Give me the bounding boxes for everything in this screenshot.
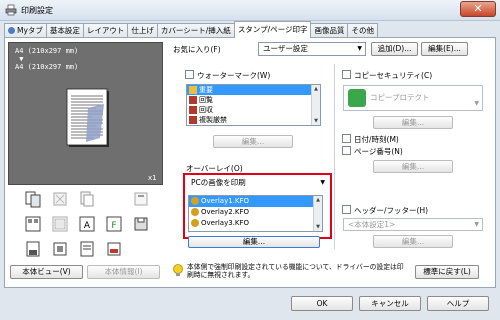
- page-number-label: ページ番号(N): [354, 147, 403, 156]
- print-preview: A4 (210x297 mm) ▼ A4 (210x297 mm) x1: [8, 42, 163, 185]
- add-favorite-button[interactable]: 追加(D)...: [371, 42, 418, 56]
- cancel-button[interactable]: キャンセル: [359, 296, 421, 311]
- restore-defaults-button[interactable]: 標準に戻す(L): [415, 265, 479, 279]
- account-icon: [80, 241, 94, 257]
- device-view-button[interactable]: 本体ビュー(V): [10, 265, 83, 279]
- watermark-checkbox[interactable]: [185, 70, 194, 79]
- close-icon: ✕: [473, 2, 483, 15]
- date-time-label: 日付/時刻(M): [354, 135, 399, 144]
- tab-basic[interactable]: 基本設定: [45, 23, 84, 38]
- stamp-icon: [189, 106, 197, 114]
- ok-button[interactable]: OK: [291, 296, 353, 311]
- close-button[interactable]: ✕: [460, 1, 496, 17]
- tab-layout[interactable]: レイアウト: [82, 23, 129, 38]
- list-item[interactable]: Overlay2.KFO: [189, 207, 322, 218]
- page-preview-image: [66, 88, 109, 147]
- favorites-select[interactable]: ユーザー設定 ▼: [258, 42, 366, 56]
- list-item[interactable]: Overlay1.KFO: [189, 196, 322, 207]
- font-icon: A: [79, 216, 95, 232]
- favorites-label: お気に入り(F): [173, 45, 221, 54]
- form-icon: F: [106, 216, 122, 232]
- tab-image-quality[interactable]: 画像品質: [310, 23, 349, 38]
- watermark-label: ウォーターマーク(W): [197, 71, 271, 80]
- list-item[interactable]: 回覧: [187, 95, 320, 105]
- paper-size-label: A4 (210x297 mm) ▼ A4 (210x297 mm): [15, 47, 79, 71]
- tab-cover-sheet[interactable]: カバーシート/挿入紙: [156, 23, 235, 38]
- user-icon: [191, 197, 199, 205]
- list-item[interactable]: 重要: [187, 85, 320, 95]
- edit-favorite-button[interactable]: 編集(E)...: [421, 42, 468, 56]
- page-number-edit-button[interactable]: 編集...: [373, 160, 453, 173]
- svg-text:A: A: [84, 221, 91, 231]
- list-item[interactable]: Overlay3.KFO: [189, 218, 322, 229]
- security-icon: [348, 89, 366, 107]
- box-icon: [53, 242, 67, 256]
- user-icon: [191, 208, 199, 216]
- copy-security-edit-button[interactable]: 編集...: [373, 116, 453, 129]
- list-item[interactable]: 複製厳禁: [187, 115, 320, 125]
- tab-finishing[interactable]: 仕上げ: [127, 23, 158, 38]
- header-footer-checkbox[interactable]: [342, 205, 351, 214]
- watermark-list[interactable]: 重要 回覧 回収 複製厳禁 ▲ ▼: [186, 84, 321, 126]
- save-icon: [134, 217, 148, 231]
- title-bar: 印刷設定 ✕: [0, 0, 500, 21]
- chevron-down-icon: ▼: [474, 100, 479, 107]
- staple-icon: [134, 192, 148, 206]
- secure-print-icon: [26, 241, 40, 257]
- overlay-mode-select[interactable]: PCの画像を印刷 ▼: [187, 177, 328, 191]
- lightbulb-icon: [173, 264, 183, 276]
- booklet-icon: [53, 192, 67, 206]
- date-time-checkbox[interactable]: [342, 134, 351, 143]
- header-footer-edit-button[interactable]: 編集...: [373, 235, 453, 248]
- scroll-down-icon[interactable]: ▼: [312, 117, 320, 125]
- tray-icon: [107, 242, 121, 256]
- printer-icon: [5, 4, 17, 16]
- overlay-edit-button[interactable]: 編集...: [188, 236, 320, 248]
- tab-icon: [8, 27, 15, 34]
- watermark-scrollbar[interactable]: ▲ ▼: [311, 85, 320, 125]
- stamp-icon: [189, 96, 197, 104]
- device-info-button[interactable]: 本体情報(I): [87, 265, 160, 279]
- watermark-edit-button[interactable]: 編集...: [213, 135, 293, 148]
- copy-security-checkbox[interactable]: [342, 70, 351, 79]
- chevron-down-icon: ▼: [320, 179, 325, 186]
- n-up-icon: [52, 216, 68, 232]
- header-footer-label: ヘッダー/フッター(H): [354, 206, 429, 215]
- copies-count: x1: [148, 174, 157, 182]
- chevron-down-icon: ▼: [474, 221, 479, 228]
- page-number-checkbox[interactable]: [342, 146, 351, 155]
- scroll-up-icon[interactable]: ▲: [312, 85, 320, 93]
- overlay-scrollbar[interactable]: ▲ ▼: [313, 196, 322, 231]
- stamp-icon: [189, 86, 197, 94]
- info-message: 本体側で強制印刷設定されている機能について、ドライバーの設定は印刷時に無視されま…: [187, 263, 404, 279]
- tab-my-tab[interactable]: Myタブ: [4, 23, 47, 38]
- help-button[interactable]: ヘルプ: [427, 296, 489, 311]
- user-icon: [191, 219, 199, 227]
- column-divider: [334, 64, 335, 249]
- overlay-list[interactable]: Overlay1.KFO Overlay2.KFO Overlay3.KFO ▲…: [188, 195, 323, 232]
- scroll-up-icon[interactable]: ▲: [314, 196, 322, 204]
- svg-text:F: F: [111, 221, 116, 231]
- window-title: 印刷設定: [21, 6, 53, 15]
- header-footer-select[interactable]: <本体設定1> ▼: [343, 218, 483, 231]
- duplex-icon[interactable]: [24, 190, 42, 208]
- copy-security-label: コピーセキュリティ(C): [354, 71, 433, 80]
- layout-icon: [25, 216, 41, 232]
- copy-icon: [80, 191, 94, 207]
- stamp-icon: [189, 116, 197, 124]
- chevron-down-icon: ▼: [357, 45, 362, 52]
- scroll-down-icon[interactable]: ▼: [314, 223, 322, 231]
- function-icon-grid: A F: [24, 190, 159, 258]
- tab-strip: Myタブ 基本設定 レイアウト 仕上げ カバーシート/挿入紙 スタンプ/ページ印…: [4, 21, 378, 38]
- tab-stamp[interactable]: スタンプ/ページ印字: [233, 21, 312, 38]
- copy-security-select[interactable]: コピープロテクト ▼: [343, 85, 483, 111]
- list-item[interactable]: 回収: [187, 105, 320, 115]
- tab-other[interactable]: その他: [347, 23, 378, 38]
